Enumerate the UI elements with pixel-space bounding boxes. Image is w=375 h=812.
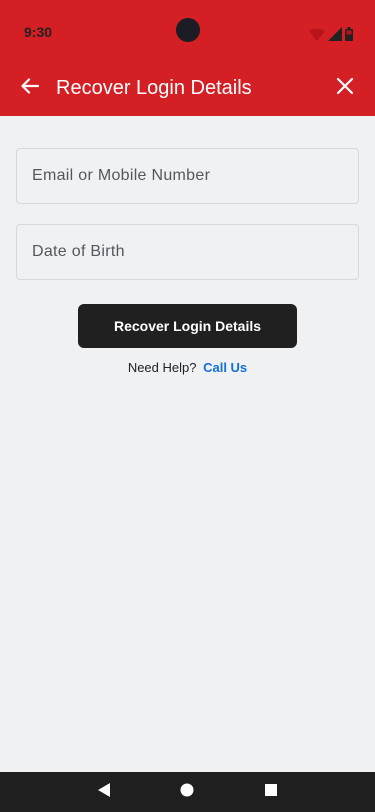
arrow-left-icon <box>21 77 40 99</box>
app-bar: Recover Login Details <box>0 60 375 116</box>
close-button[interactable] <box>329 72 361 104</box>
nav-recents-button[interactable] <box>259 780 283 804</box>
battery-icon <box>345 27 353 41</box>
email-or-mobile-field[interactable] <box>16 148 359 204</box>
help-row: Need Help? Call Us <box>0 360 375 376</box>
home-circle-icon <box>180 783 194 802</box>
status-bar: 9:30 <box>0 0 375 60</box>
nav-back-button[interactable] <box>92 780 116 804</box>
page-title: Recover Login Details <box>56 77 252 99</box>
wifi-icon <box>309 28 325 41</box>
close-icon <box>336 77 354 100</box>
recover-login-button[interactable]: Recover Login Details <box>78 304 297 348</box>
camera-cutout <box>176 18 200 42</box>
signal-icon <box>328 27 342 41</box>
back-triangle-icon <box>97 782 111 802</box>
system-nav-bar <box>0 772 375 812</box>
call-us-link[interactable]: Call Us <box>203 360 247 375</box>
status-icons <box>309 25 353 41</box>
help-prompt: Need Help? <box>127 360 197 375</box>
status-time: 9:30 <box>24 24 53 40</box>
back-button[interactable] <box>14 72 46 104</box>
recents-square-icon <box>265 783 277 801</box>
date-of-birth-field[interactable] <box>16 224 359 280</box>
nav-home-button[interactable] <box>175 780 199 804</box>
